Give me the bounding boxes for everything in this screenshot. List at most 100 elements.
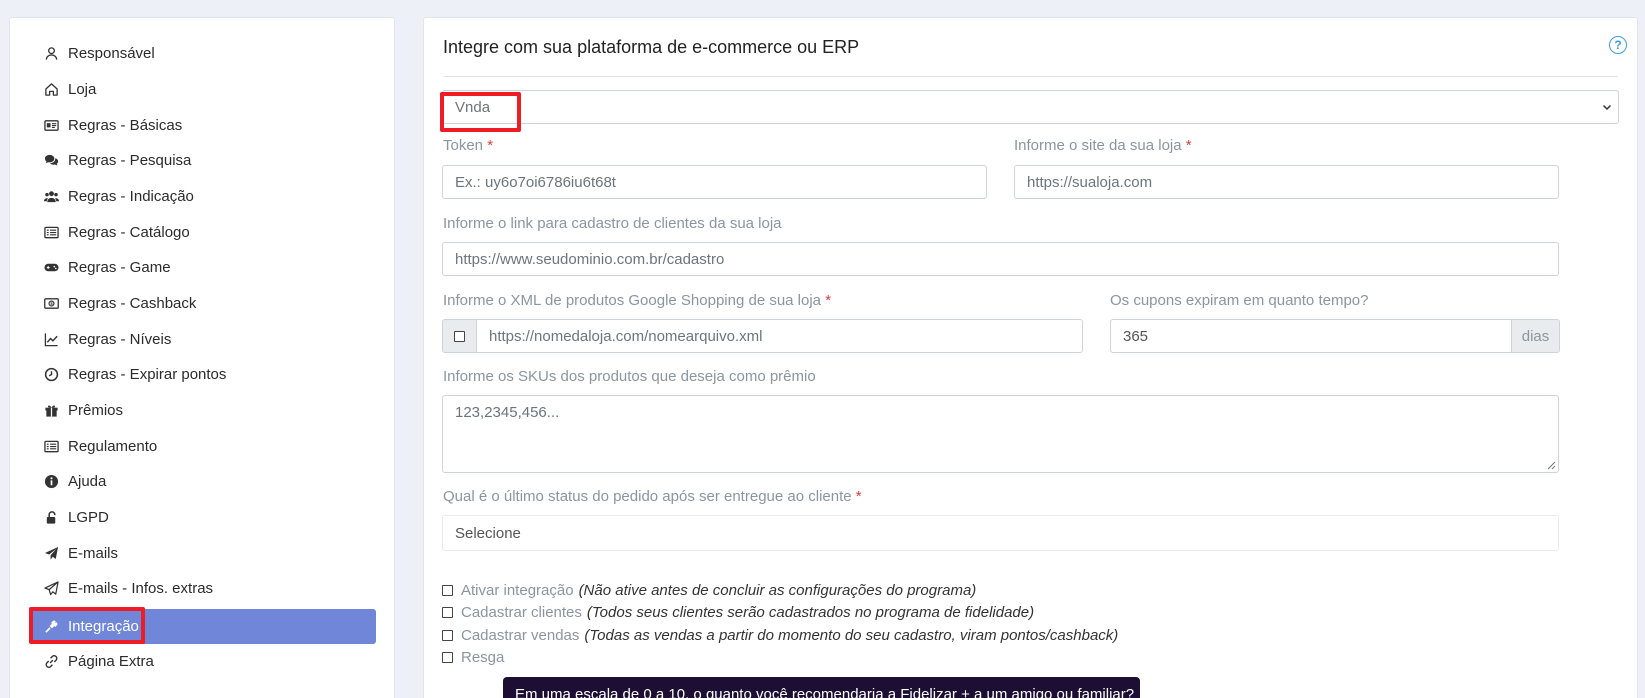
signup-link-placeholder: https://www.seudominio.com.br/cadastro <box>455 250 725 268</box>
comments-icon <box>42 153 60 169</box>
sidebar-item-label: Regras - Níveis <box>68 331 172 348</box>
check-note: (Não ative antes de concluir as configur… <box>578 582 977 599</box>
sidebar-item-label: E-mails <box>68 545 119 562</box>
info-icon <box>42 474 60 490</box>
coupon-unit-addon: dias <box>1511 319 1560 353</box>
chart-line-icon <box>42 332 60 348</box>
sidebar-item-responsavel[interactable]: Responsável <box>32 35 375 72</box>
gamepad-icon <box>42 260 60 276</box>
platform-select-value: Vnda <box>455 98 491 116</box>
sidebar-item-regras-game[interactable]: Regras - Game <box>32 249 375 286</box>
xml-label: Informe o XML de produtos Google Shoppin… <box>443 292 832 309</box>
sidebar-item-regras-expirar-pontos[interactable]: Regras - Expirar pontos <box>32 356 375 393</box>
site-label: Informe o site da sua loja * <box>1014 137 1192 154</box>
check-label: Cadastrar vendas <box>461 627 580 644</box>
checkbox[interactable] <box>442 630 453 641</box>
sidebar-item-label: Regras - Cashback <box>68 295 197 312</box>
home-icon <box>42 82 60 98</box>
check-resgate[interactable]: Resga <box>442 649 509 666</box>
divider <box>443 76 1618 77</box>
sidebar-item-loja[interactable]: Loja <box>32 71 375 108</box>
platform-select[interactable]: Vnda <box>442 90 1619 124</box>
checkbox[interactable] <box>442 652 453 663</box>
sku-placeholder: 123,2345,456... <box>455 404 560 421</box>
help-icon[interactable]: ? <box>1609 36 1627 54</box>
clock-icon <box>42 367 60 383</box>
token-label: Token * <box>443 137 494 154</box>
sidebar-item-regras-niveis[interactable]: Regras - Níveis <box>32 321 375 358</box>
sidebar-item-label: Regras - Game <box>68 259 171 276</box>
status-label: Qual é o último status do pedido após se… <box>443 488 862 505</box>
checkbox[interactable] <box>442 585 453 596</box>
check-label: Cadastrar clientes <box>461 604 582 621</box>
sidebar-item-pagina-extra[interactable]: Página Extra <box>32 643 375 680</box>
sku-label: Informe os SKUs dos produtos que deseja … <box>443 368 816 385</box>
sidebar-item-regras-cashback[interactable]: $ Regras - Cashback <box>32 285 375 322</box>
paper-plane-outline-icon <box>42 581 60 597</box>
sidebar-item-label: Ajuda <box>68 473 107 490</box>
sidebar-item-label: LGPD <box>68 509 109 526</box>
signup-link-label: Informe o link para cadastro de clientes… <box>443 215 782 232</box>
xml-checkbox[interactable] <box>454 330 465 342</box>
token-input[interactable]: Ex.: uy6o7oi6786iu6t68t <box>442 165 987 199</box>
sidebar-item-label: Regras - Pesquisa <box>68 152 192 169</box>
users-icon <box>42 189 60 205</box>
token-placeholder: Ex.: uy6o7oi6786iu6t68t <box>455 173 616 191</box>
resize-handle-icon[interactable] <box>1547 461 1556 470</box>
check-cadastrar-vendas[interactable]: Cadastrar vendas (Todas as vendas a part… <box>442 627 1118 644</box>
sidebar-item-integracao[interactable]: Integração <box>30 609 376 644</box>
sidebar-item-e-mails-infos-extras[interactable]: E-mails - Infos. extras <box>32 570 375 607</box>
user-icon <box>42 46 60 62</box>
check-ativar-integracao[interactable]: Ativar integração (Não ative antes de co… <box>442 582 976 599</box>
sidebar-item-ajuda[interactable]: Ajuda <box>32 463 375 500</box>
sidebar-item-regulamento[interactable]: Regulamento <box>32 428 375 465</box>
sidebar-item-premios[interactable]: Prêmios <box>32 392 375 429</box>
site-input[interactable]: https://sualoja.com <box>1014 165 1559 199</box>
sidebar-item-label: Regras - Catálogo <box>68 224 190 241</box>
check-label: Ativar integração <box>461 582 574 599</box>
xml-input[interactable]: https://nomedaloja.com/nomearquivo.xml <box>476 319 1083 353</box>
signup-link-input[interactable]: https://www.seudominio.com.br/cadastro <box>442 242 1559 276</box>
xml-checkbox-addon[interactable] <box>442 319 477 353</box>
sku-textarea[interactable]: 123,2345,456... <box>442 395 1559 473</box>
list-icon <box>42 225 60 241</box>
page-title: Integre com sua plataforma de e-commerce… <box>443 37 860 57</box>
list-icon <box>42 439 60 455</box>
sidebar-item-regras-pesquisa[interactable]: Regras - Pesquisa <box>32 142 375 179</box>
coupon-unit: dias <box>1521 327 1550 345</box>
sidebar-item-label: Responsável <box>68 45 155 62</box>
sidebar-item-regras-basicas[interactable]: Regras - Básicas <box>32 107 375 144</box>
sidebar-item-regras-indicacao[interactable]: Regras - Indicação <box>32 178 375 215</box>
sidebar-item-label: Integração <box>68 618 139 635</box>
coupon-input[interactable]: 365 <box>1110 319 1512 353</box>
chevron-down-icon <box>1602 104 1612 111</box>
sidebar-item-regras-catalogo[interactable]: Regras - Catálogo <box>32 214 375 251</box>
sidebar-item-label: Página Extra <box>68 653 154 670</box>
sidebar: Responsável Loja Regras - Básicas Regras - … <box>9 17 395 698</box>
unlock-icon <box>42 510 60 526</box>
status-select-value: Selecione <box>455 524 521 542</box>
money-icon: $ <box>42 296 60 312</box>
sidebar-item-label: Regras - Expirar pontos <box>68 366 227 383</box>
check-label: Resga <box>461 649 505 666</box>
check-note: (Todos seus clientes serão cadastrados n… <box>586 604 1035 621</box>
sidebar-item-label: Regulamento <box>68 438 158 455</box>
gift-icon <box>42 403 60 419</box>
paper-plane-icon <box>42 546 60 562</box>
plug-icon <box>42 619 60 635</box>
sidebar-item-label: Regras - Indicação <box>68 188 194 205</box>
xml-placeholder: https://nomedaloja.com/nomearquivo.xml <box>489 327 763 345</box>
coupon-label: Os cupons expiram em quanto tempo? <box>1110 292 1369 309</box>
site-placeholder: https://sualoja.com <box>1027 173 1153 191</box>
id-card-icon <box>42 118 60 134</box>
integration-panel: Integre com sua plataforma de e-commerce… <box>423 17 1638 698</box>
checkbox[interactable] <box>442 607 453 618</box>
sidebar-item-label: Loja <box>68 81 97 98</box>
sidebar-item-e-mails[interactable]: E-mails <box>32 535 375 572</box>
status-select[interactable]: Selecione <box>442 515 1559 551</box>
sidebar-item-lgpd[interactable]: LGPD <box>32 499 375 536</box>
sidebar-item-label: Prêmios <box>68 402 124 419</box>
nps-survey-banner[interactable]: Em uma escala de 0 a 10, o quanto você r… <box>503 677 1140 698</box>
check-cadastrar-clientes[interactable]: Cadastrar clientes (Todos seus clientes … <box>442 604 1034 621</box>
link-icon <box>42 654 60 670</box>
